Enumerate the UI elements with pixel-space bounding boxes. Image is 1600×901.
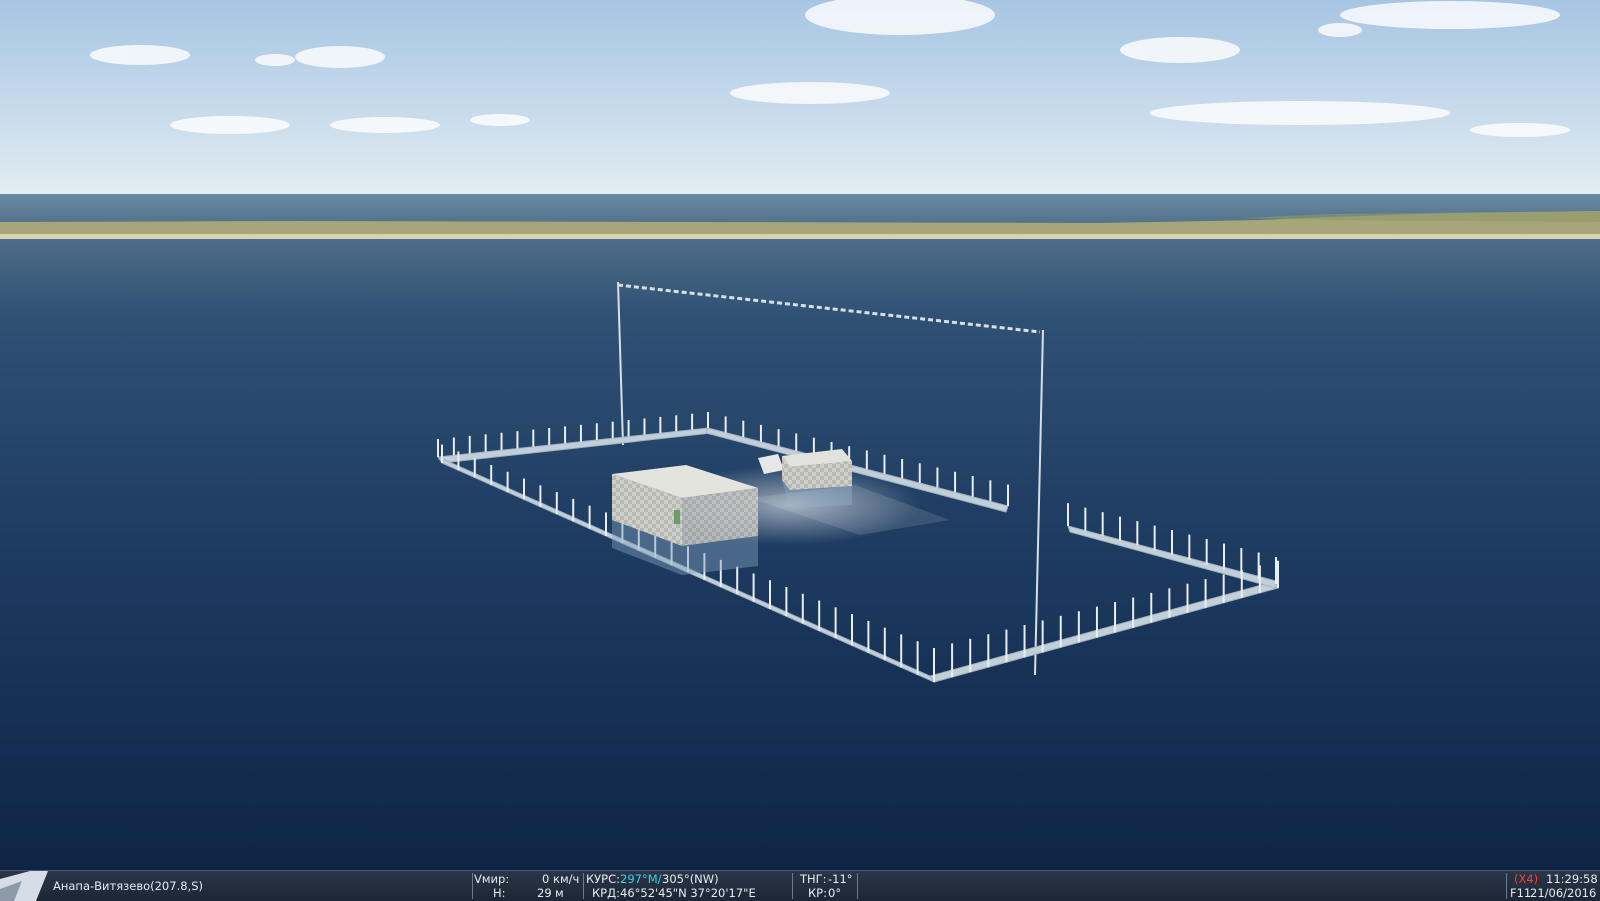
speed-unit: км/ч	[553, 872, 580, 886]
clock: 11:29:58	[1546, 872, 1598, 886]
coordinates-label: КРД:	[592, 886, 620, 900]
app-logo-icon	[0, 871, 48, 901]
airfield-readout: Анапа-Витязево(207.8,S)	[53, 879, 203, 893]
time-acceleration: (X4)	[1514, 872, 1539, 886]
view-key: F11	[1510, 886, 1532, 900]
coordinates-value: 46°52'45"N 37°20'17"E	[620, 886, 756, 900]
altitude-value: 29	[537, 886, 552, 900]
speed-value: 0	[542, 872, 550, 886]
heading-label: КУРС:	[586, 872, 621, 886]
status-bar: Анапа-Витязево(207.8,S) Vмир: 0 км/ч Н: …	[0, 870, 1600, 901]
sea	[0, 239, 1600, 870]
roll-label: КР:	[808, 886, 827, 900]
heading-true: 305°(NW)	[662, 872, 719, 886]
pitch-value: -11°	[828, 872, 853, 886]
speed-label: Vмир:	[474, 872, 510, 886]
pitch-label: ТНГ:	[800, 872, 827, 886]
altitude-unit: м	[555, 886, 564, 900]
altitude-label: Н:	[493, 886, 506, 900]
date: 21/06/2016	[1530, 886, 1597, 900]
game-viewport[interactable]	[0, 0, 1600, 870]
heading-magnetic: 297°М/	[620, 872, 662, 886]
roll-value: 0°	[828, 886, 842, 900]
